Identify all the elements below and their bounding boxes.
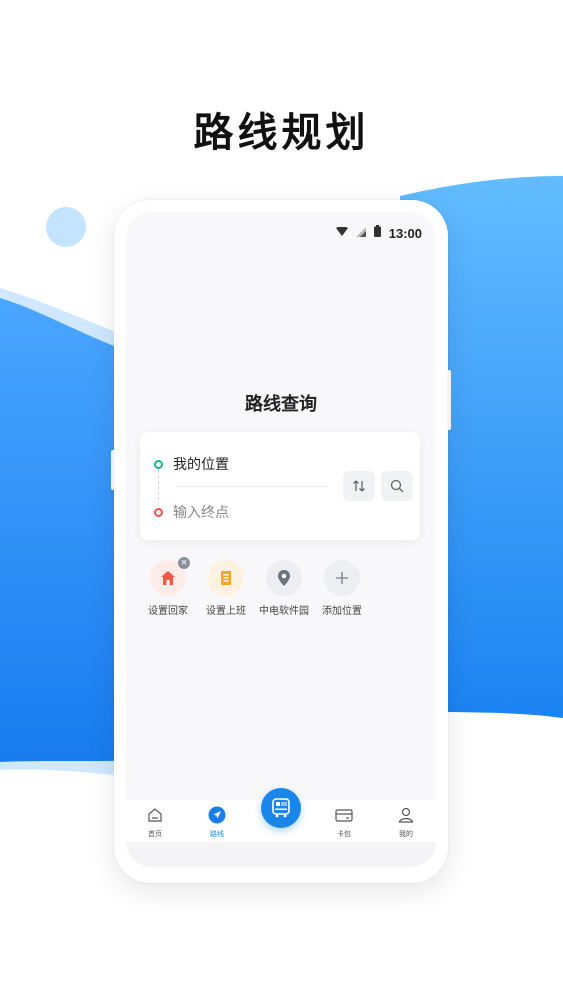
home-icon xyxy=(161,571,175,585)
cellular-signal-icon xyxy=(355,226,366,241)
destination-input[interactable]: 输入终点 xyxy=(154,502,229,522)
swap-route-button[interactable] xyxy=(343,471,375,501)
remove-badge-icon[interactable]: × xyxy=(178,557,190,569)
page-title: 路线查询 xyxy=(245,394,317,415)
origin-dot-icon xyxy=(154,459,163,469)
tab-label: 卡包 xyxy=(337,830,351,838)
quick-link-icon-wrap xyxy=(324,560,360,596)
person-icon xyxy=(398,807,414,823)
swap-arrows-icon xyxy=(353,480,365,492)
tab-label: 我的 xyxy=(399,830,413,838)
tab-home[interactable]: 首页 xyxy=(130,806,180,839)
bus-qr-code-button[interactable] xyxy=(261,788,301,828)
navigation-arrow-icon xyxy=(208,806,226,824)
gesture-bar-area xyxy=(126,842,436,867)
quick-link-icon-wrap: × xyxy=(150,557,190,596)
home-outline-icon xyxy=(148,808,162,822)
battery-icon xyxy=(373,225,381,241)
office-building-icon xyxy=(221,571,231,585)
destination-dot-icon xyxy=(154,507,163,517)
phone-side-button xyxy=(111,450,115,490)
route-search-card: 我的位置 输入终点 xyxy=(140,432,420,540)
quick-link-icon-wrap xyxy=(266,560,302,596)
origin-field[interactable]: 我的位置 xyxy=(154,454,229,474)
wallet-card-icon xyxy=(335,809,353,822)
phone-mockup: 13:00 路线查询 我的位置 输入终点 × 设置回家 设置上班 中电软件园 添… xyxy=(111,200,451,883)
origin-text: 我的位置 xyxy=(173,457,229,473)
tab-label: 首页 xyxy=(148,830,162,838)
wifi-icon xyxy=(335,226,348,241)
status-time: 13:00 xyxy=(388,225,422,241)
tab-label: 路线 xyxy=(210,830,224,838)
tab-route[interactable]: 路线 xyxy=(192,806,242,839)
quick-link-add-place[interactable]: 添加位置 xyxy=(307,560,377,617)
promo-title: 路线规划 xyxy=(193,110,370,156)
app-screen: 13:00 路线查询 我的位置 输入终点 × 设置回家 设置上班 中电软件园 添… xyxy=(126,212,436,867)
bus-qr-icon xyxy=(272,798,290,818)
phone-side-button xyxy=(447,370,451,430)
tab-card-wallet[interactable]: 卡包 xyxy=(319,806,369,839)
quick-link-icon-wrap xyxy=(208,560,244,596)
route-connector xyxy=(158,470,159,500)
tab-profile[interactable]: 我的 xyxy=(381,806,431,839)
quick-link-label: 添加位置 xyxy=(322,606,362,617)
location-pin-icon xyxy=(278,570,290,586)
destination-placeholder: 输入终点 xyxy=(173,505,229,521)
search-button[interactable] xyxy=(381,471,413,501)
search-icon xyxy=(390,479,404,493)
plus-icon xyxy=(336,572,348,584)
field-divider xyxy=(176,486,328,487)
status-bar: 13:00 xyxy=(335,224,422,242)
